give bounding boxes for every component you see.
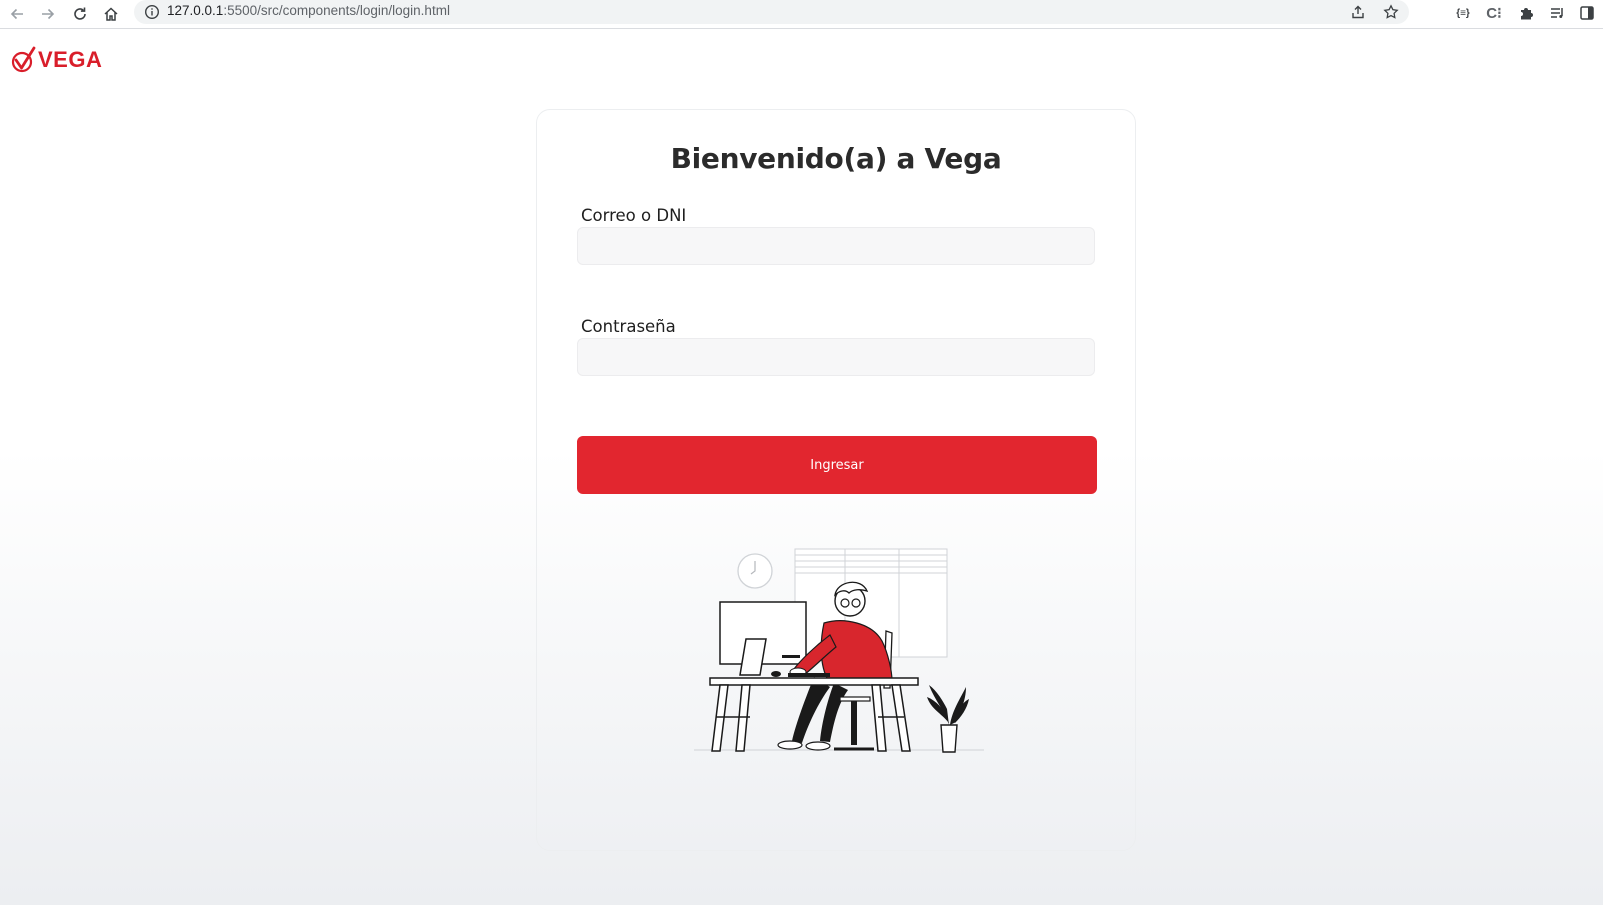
share-icon[interactable] <box>1350 4 1366 20</box>
arrow-left-icon <box>10 8 23 20</box>
code-ext-icon: {≡} <box>1456 7 1470 19</box>
url-text: 127.0.0.1:5500/src/components/login/logi… <box>167 3 450 18</box>
login-page: VEGA Bienvenido(a) a Vega Correo o DNI C… <box>0 29 1603 905</box>
login-button[interactable]: Ingresar <box>577 436 1097 494</box>
plant-icon <box>927 685 969 753</box>
page-title: Bienvenido(a) a Vega <box>670 142 1002 175</box>
back-button[interactable] <box>5 2 29 26</box>
forward-button[interactable] <box>36 2 60 26</box>
password-label: Contraseña <box>581 317 676 336</box>
monitor-icon <box>719 601 807 676</box>
puzzle-icon <box>1521 8 1533 20</box>
wall-clock-icon <box>737 553 773 589</box>
logo-text: VEGA <box>38 47 103 72</box>
side-panel-icon <box>1580 6 1594 20</box>
reload-icon <box>74 7 86 20</box>
vega-logo: VEGA <box>11 46 102 74</box>
extension-button-2[interactable]: C⁝ <box>1483 2 1505 24</box>
user-label: Correo o DNI <box>581 206 687 225</box>
checkmark-logo-icon <box>11 46 36 73</box>
c-ext-icon: C⁝ <box>1486 5 1502 22</box>
side-panel-button[interactable] <box>1576 2 1598 24</box>
extension-button-1[interactable]: {≡} <box>1452 2 1474 24</box>
login-card: Bienvenido(a) a Vega Correo o DNI Contra… <box>536 109 1136 851</box>
url-path: :5500/src/components/login/login.html <box>223 3 450 18</box>
reload-button[interactable] <box>68 2 92 26</box>
url-host: 127.0.0.1 <box>167 3 224 18</box>
star-icon[interactable] <box>1383 4 1399 20</box>
extensions-button[interactable] <box>1515 2 1537 24</box>
home-icon <box>104 7 118 21</box>
reading-list-button[interactable] <box>1546 2 1568 24</box>
address-bar[interactable]: 127.0.0.1:5500/src/components/login/logi… <box>134 0 1409 24</box>
reading-list-icon <box>1551 8 1563 18</box>
office-worker-illustration <box>694 548 984 753</box>
browser-toolbar: 127.0.0.1:5500/src/components/login/logi… <box>0 0 1603 29</box>
email-dni-input[interactable] <box>577 227 1095 265</box>
arrow-right-icon <box>42 8 55 20</box>
info-icon[interactable] <box>144 4 160 20</box>
password-input[interactable] <box>577 338 1095 376</box>
home-button[interactable] <box>99 2 123 26</box>
